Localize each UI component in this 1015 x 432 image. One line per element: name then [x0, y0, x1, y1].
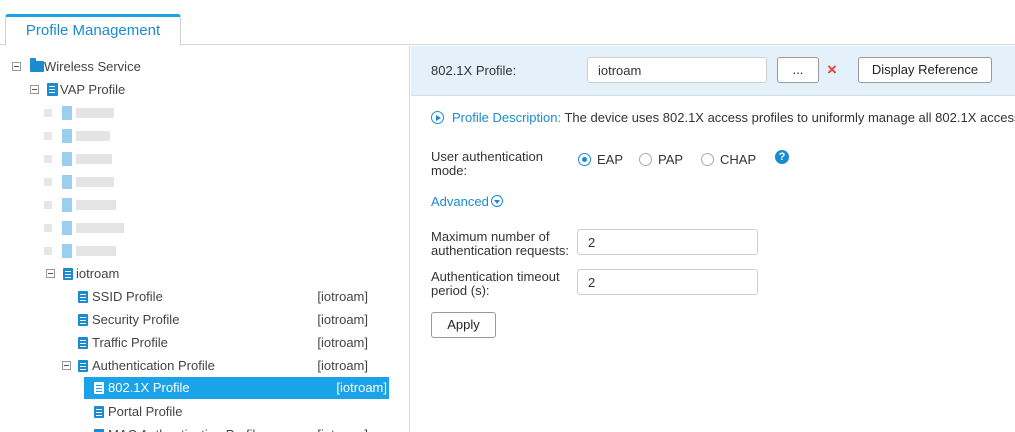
reference-label: [iotroam]	[317, 312, 368, 327]
tab-profile-management[interactable]: Profile Management	[5, 14, 181, 46]
tree-node-redacted[interactable]	[44, 125, 164, 147]
tree-node-redacted[interactable]	[44, 102, 164, 124]
radio-label: PAP	[658, 152, 684, 167]
timeout-input[interactable]	[577, 269, 758, 295]
profile-icon	[78, 291, 88, 303]
radio-icon[interactable]	[639, 153, 652, 166]
tree-node-redacted[interactable]	[44, 171, 164, 193]
profile-icon	[78, 360, 88, 372]
display-reference-button[interactable]: Display Reference	[858, 57, 992, 83]
tree-node-label: SSID Profile	[92, 289, 163, 304]
tree-node-iotroam[interactable]: iotroam	[46, 263, 386, 285]
reference-label: [iotroam]	[336, 380, 387, 395]
tree-node-redacted[interactable]	[44, 194, 164, 216]
tree-node-redacted[interactable]	[44, 148, 164, 170]
tree-node-security-profile[interactable]: Security Profile [iotroam]	[78, 309, 390, 331]
reference-label: [iotroam]	[317, 358, 368, 373]
advanced-label: Advanced	[431, 194, 489, 209]
tree-node-label: iotroam	[76, 266, 120, 281]
radio-eap[interactable]: EAP	[578, 152, 623, 168]
max-requests-input[interactable]	[577, 229, 758, 255]
collapse-icon[interactable]	[12, 62, 21, 71]
label-line: User authentication	[431, 149, 544, 164]
clear-icon[interactable]: ×	[827, 61, 837, 79]
label-line: mode:	[431, 163, 468, 178]
radio-icon[interactable]	[701, 153, 714, 166]
tree-node-label: 802.1X Profile	[108, 380, 190, 395]
apply-button[interactable]: Apply	[431, 312, 496, 338]
radio-label: CHAP	[720, 152, 757, 167]
profile-header-bar: 802.1X Profile: ... × Display Reference	[411, 46, 1015, 96]
reference-label: [iotroam]	[317, 335, 368, 350]
label-line: Maximum number of	[431, 229, 550, 244]
description-title[interactable]: Profile Description:	[452, 110, 561, 125]
tree-node-label: Wireless Service	[44, 59, 141, 74]
tree-node-8021x-profile[interactable]: 802.1X Profile [iotroam]	[84, 377, 389, 399]
tree-node-wireless-service[interactable]: Wireless Service	[12, 56, 392, 78]
profile-icon	[78, 337, 88, 349]
advanced-toggle[interactable]: Advanced	[431, 194, 503, 209]
max-requests-label: Maximum number of authentication request…	[431, 230, 569, 258]
profile-icon	[94, 382, 104, 394]
profile-name-input[interactable]	[587, 57, 767, 83]
browse-button[interactable]: ...	[777, 57, 819, 83]
tree-node-label: VAP Profile	[60, 82, 126, 97]
tree-node-portal-profile[interactable]: Portal Profile	[94, 401, 390, 423]
tree-node-mac-authentication-profile[interactable]: MAC Authentication Profile [iotroam]	[94, 424, 390, 432]
chevron-down-circle-icon[interactable]	[490, 195, 503, 207]
tree-node-redacted[interactable]	[44, 240, 164, 262]
tree-node-label: Portal Profile	[108, 404, 183, 419]
tree-node-label: Traffic Profile	[92, 335, 168, 350]
profile-description: Profile Description: The device uses 802…	[431, 110, 1015, 125]
radio-chap[interactable]: CHAP	[701, 152, 756, 168]
profile-label: 802.1X Profile:	[431, 63, 517, 78]
profile-icon	[94, 406, 104, 418]
profile-icon	[78, 314, 88, 326]
profile-icon	[63, 268, 73, 280]
profile-tree: Wireless Service VAP Profile iotroam SSI…	[0, 46, 410, 432]
label-line: period (s):	[431, 283, 490, 298]
reference-label: [iotroam]	[317, 424, 368, 432]
tree-node-redacted[interactable]	[44, 217, 164, 239]
collapse-icon[interactable]	[30, 85, 39, 94]
timeout-label: Authentication timeout period (s):	[431, 270, 560, 298]
auth-mode-label: User authentication mode:	[431, 150, 543, 178]
reference-label: [iotroam]	[317, 289, 368, 304]
profile-detail-panel: 802.1X Profile: ... × Display Reference …	[411, 46, 1015, 432]
tree-node-vap-profile[interactable]: VAP Profile	[30, 79, 390, 101]
folder-icon	[30, 58, 44, 72]
collapse-icon[interactable]	[62, 361, 71, 370]
radio-label: EAP	[597, 152, 624, 167]
play-circle-icon[interactable]	[431, 111, 444, 124]
help-icon[interactable]: ?	[775, 150, 789, 164]
radio-selected-icon[interactable]	[578, 153, 591, 166]
label-line: Authentication timeout	[431, 269, 560, 284]
tab-bar: Profile Management	[0, 0, 1015, 46]
description-text: The device uses 802.1X access profiles t…	[561, 110, 1015, 125]
label-line: authentication requests:	[431, 243, 570, 258]
tree-node-label: MAC Authentication Profile	[108, 424, 263, 432]
profile-icon	[47, 83, 58, 96]
radio-pap[interactable]: PAP	[639, 152, 683, 168]
collapse-icon[interactable]	[46, 269, 55, 278]
tree-node-label: Authentication Profile	[92, 358, 215, 373]
tree-node-label: Security Profile	[92, 312, 180, 327]
tree-node-traffic-profile[interactable]: Traffic Profile [iotroam]	[78, 332, 390, 354]
tree-node-ssid-profile[interactable]: SSID Profile [iotroam]	[78, 286, 390, 308]
tree-node-authentication-profile[interactable]: Authentication Profile [iotroam]	[62, 355, 390, 377]
